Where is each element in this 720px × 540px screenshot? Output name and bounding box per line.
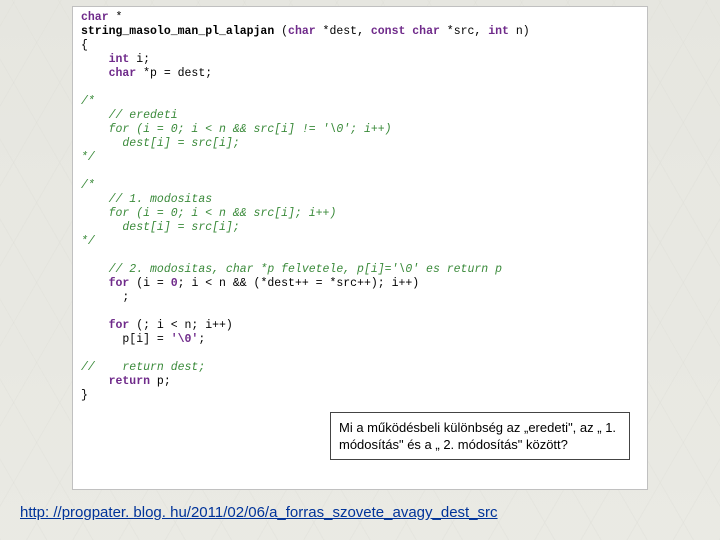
source-link[interactable]: http: //progpater. blog. hu/2011/02/06/a…	[20, 504, 498, 521]
code-txt: }	[81, 389, 88, 402]
code-txt: p[i] =	[81, 333, 171, 346]
code-txt: *src,	[440, 25, 488, 38]
code-kw: 0	[171, 277, 178, 290]
code-comment: // eredeti	[81, 109, 178, 122]
code-kw: '\0'	[171, 333, 199, 346]
code-comment: */	[81, 235, 95, 248]
code-comment: /*	[81, 95, 95, 108]
code-txt: *	[109, 11, 123, 24]
code-txt: (; i < n; i++)	[129, 319, 233, 332]
code-kw: char	[81, 67, 136, 80]
code-kw: return	[81, 375, 150, 388]
code-txt: p;	[150, 375, 171, 388]
code-kw: char	[288, 25, 316, 38]
code-comment: /*	[81, 179, 95, 192]
question-text: Mi a működésbeli különbség az „eredeti",…	[339, 420, 616, 452]
code-kw: const char	[371, 25, 440, 38]
code-txt: i;	[129, 53, 150, 66]
code-kw: int	[488, 25, 509, 38]
code-txt: {	[81, 39, 88, 52]
link-text: http: //progpater. blog. hu/2011/02/06/a…	[20, 504, 498, 521]
code-comment: // 2. modositas, char *p felvetele, p[i]…	[81, 263, 502, 276]
code-comment: for (i = 0; i < n && src[i] != '\0'; i++…	[81, 123, 392, 136]
code-txt: (i =	[129, 277, 170, 290]
code-txt: *dest,	[316, 25, 371, 38]
code-fn: string_masolo_man_pl_alapjan	[81, 25, 274, 38]
code-txt: (	[274, 25, 288, 38]
code-txt: ;	[198, 333, 205, 346]
code-comment: // 1. modositas	[81, 193, 212, 206]
code-txt: n)	[509, 25, 530, 38]
question-callout: Mi a működésbeli különbség az „eredeti",…	[330, 412, 630, 460]
code-comment: dest[i] = src[i];	[81, 221, 240, 234]
code-kw: for	[81, 277, 129, 290]
code-comment: dest[i] = src[i];	[81, 137, 240, 150]
code-txt: *p = dest;	[136, 67, 212, 80]
code-comment: // return dest;	[81, 361, 205, 374]
code-txt: ; i < n && (*dest++ = *src++); i++)	[178, 277, 420, 290]
code-comment: */	[81, 151, 95, 164]
code-kw: int	[81, 53, 129, 66]
code-comment: for (i = 0; i < n && src[i]; i++)	[81, 207, 336, 220]
code-kw: char	[81, 11, 109, 24]
code-txt: ;	[81, 291, 129, 304]
code-kw: for	[81, 319, 129, 332]
